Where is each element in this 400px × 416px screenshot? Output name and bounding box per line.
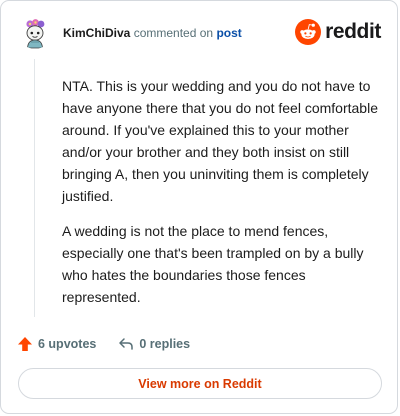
reply-count-label: 0 replies (139, 337, 191, 351)
comment-header: KimChiDiva commented on post (19, 15, 242, 51)
comment-actions: 6 upvotes 0 replies (17, 333, 190, 355)
upvote-arrow-icon (17, 336, 33, 352)
post-link[interactable]: post (216, 26, 241, 40)
replies-button[interactable]: 0 replies (118, 336, 190, 352)
user-avatar[interactable] (19, 17, 51, 49)
upvote-button[interactable]: 6 upvotes (17, 336, 96, 352)
reddit-snoo-icon (295, 19, 322, 45)
reply-arrow-icon (118, 336, 134, 352)
comment-embed-card: KimChiDiva commented on post reddit NTA.… (0, 0, 398, 414)
reddit-brand-link[interactable]: reddit (295, 19, 381, 45)
action-text: commented on (133, 26, 214, 40)
upvote-count-label: 6 upvotes (38, 337, 97, 351)
thread-line (34, 59, 35, 317)
comment-paragraph: NTA. This is your wedding and you do not… (62, 78, 378, 204)
comment-paragraph: A wedding is not the place to mend fence… (62, 223, 364, 305)
comment-body: NTA. This is your wedding and you do not… (62, 75, 380, 321)
view-more-button[interactable]: View more on Reddit (18, 368, 382, 399)
reddit-wordmark: reddit (325, 20, 381, 43)
comment-byline: KimChiDiva commented on post (63, 26, 242, 40)
username-link[interactable]: KimChiDiva (63, 26, 130, 40)
